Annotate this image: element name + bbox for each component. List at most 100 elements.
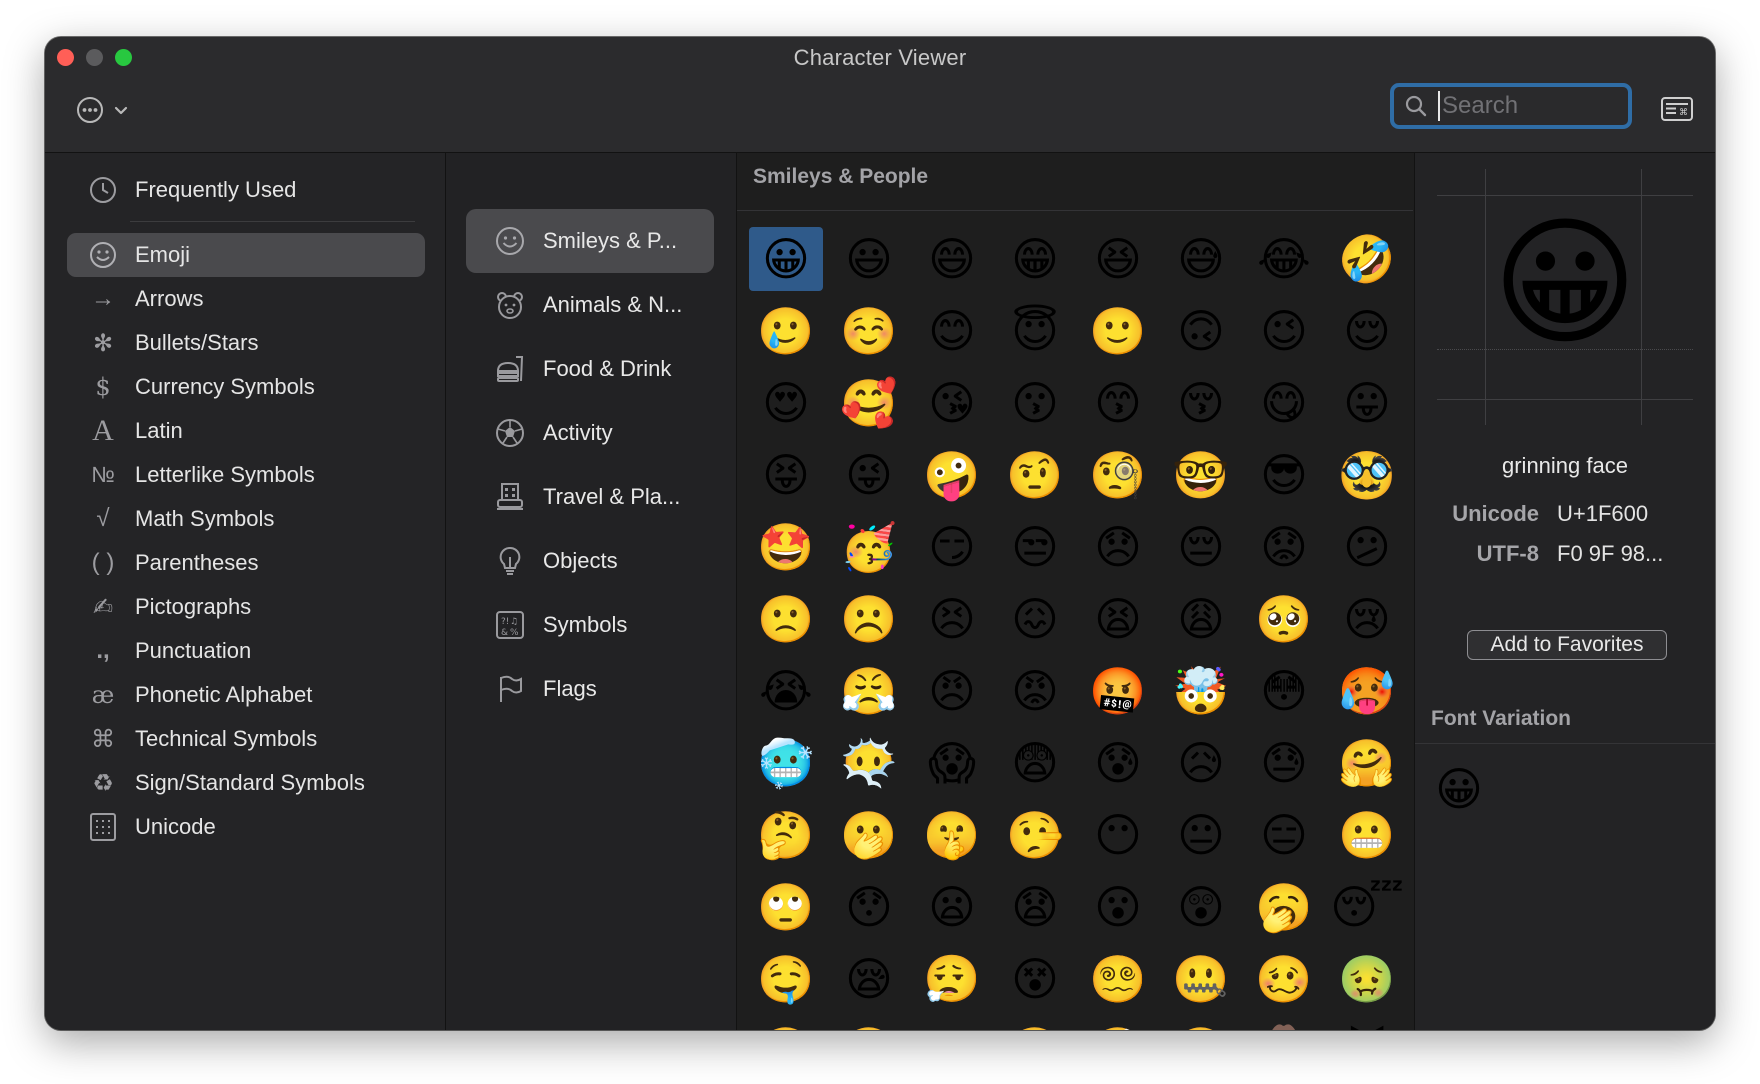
emoji-cell[interactable]: 🤗: [1330, 731, 1404, 795]
emoji-cell[interactable]: 😓: [1247, 731, 1321, 795]
emoji-cell[interactable]: 🤩: [749, 515, 823, 579]
emoji-cell[interactable]: 🤥: [998, 803, 1072, 867]
emoji-cell[interactable]: 🤧: [832, 1019, 906, 1030]
emoji-cell[interactable]: 😘: [915, 371, 989, 435]
action-menu-button[interactable]: [75, 93, 149, 127]
emoji-cell[interactable]: 🤯: [1164, 659, 1238, 723]
sidebar-item-emoji[interactable]: Emoji: [67, 233, 425, 277]
category-activity[interactable]: Activity: [466, 401, 714, 465]
category-objects[interactable]: Objects: [466, 529, 714, 593]
emoji-cell[interactable]: 😏: [915, 515, 989, 579]
emoji-cell[interactable]: 😤: [832, 659, 906, 723]
emoji-cell[interactable]: 🤕: [1081, 1019, 1155, 1030]
emoji-cell[interactable]: 😳: [1247, 659, 1321, 723]
emoji-cell[interactable]: 😮‍💨: [915, 947, 989, 1011]
emoji-cell[interactable]: 😦: [915, 875, 989, 939]
emoji-cell[interactable]: 😈: [1330, 1019, 1404, 1030]
emoji-cell[interactable]: 🥰: [832, 371, 906, 435]
emoji-cell[interactable]: 🙃: [1164, 299, 1238, 363]
emoji-cell[interactable]: 😬: [1330, 803, 1404, 867]
sidebar-item-parentheses[interactable]: ( ) Parentheses: [67, 541, 425, 585]
emoji-cell[interactable]: 😵: [998, 947, 1072, 1011]
emoji-cell[interactable]: 🤬: [1081, 659, 1155, 723]
emoji-cell[interactable]: 😞: [1081, 515, 1155, 579]
emoji-cell[interactable]: 😄: [915, 227, 989, 291]
category-travel-places[interactable]: Travel & Pla...: [466, 465, 714, 529]
emoji-cell[interactable]: 😉: [1247, 299, 1321, 363]
emoji-cell[interactable]: ☺️: [832, 299, 906, 363]
sidebar-item-currency-symbols[interactable]: $ Currency Symbols: [67, 365, 425, 409]
emoji-cell[interactable]: 🤫: [915, 803, 989, 867]
emoji-cell[interactable]: 🥵: [1330, 659, 1404, 723]
emoji-cell[interactable]: 🧐: [1081, 443, 1155, 507]
emoji-cell[interactable]: 😖: [998, 587, 1072, 651]
emoji-cell[interactable]: 😯: [832, 875, 906, 939]
emoji-cell[interactable]: 😝: [749, 443, 823, 507]
emoji-cell[interactable]: 😭: [749, 659, 823, 723]
sidebar-item-math-symbols[interactable]: √ Math Symbols: [67, 497, 425, 541]
emoji-cell[interactable]: 😆: [1081, 227, 1155, 291]
emoji-cell[interactable]: 😠: [915, 659, 989, 723]
emoji-cell[interactable]: 😫: [1081, 587, 1155, 651]
emoji-cell[interactable]: 🤠: [1247, 1019, 1321, 1030]
emoji-cell[interactable]: 😁: [998, 227, 1072, 291]
add-to-favorites-button[interactable]: Add to Favorites: [1467, 630, 1667, 660]
emoji-cell[interactable]: 😲: [1164, 875, 1238, 939]
keyboard-viewer-button[interactable]: ⌘: [1660, 95, 1694, 123]
emoji-cell[interactable]: 🤨: [998, 443, 1072, 507]
emoji-cell[interactable]: 😩: [1164, 587, 1238, 651]
emoji-cell[interactable]: 😙: [1081, 371, 1155, 435]
category-symbols[interactable]: ?! ♫ &% Symbols: [466, 593, 714, 657]
sidebar-item-pictographs[interactable]: ✍ Pictographs: [67, 585, 425, 629]
category-flags[interactable]: Flags: [466, 657, 714, 721]
search-field[interactable]: [1390, 83, 1632, 129]
sidebar-item-technical-symbols[interactable]: ⌘ Technical Symbols: [67, 717, 425, 761]
emoji-cell[interactable]: 🥺: [1247, 587, 1321, 651]
emoji-cell[interactable]: 😮: [1081, 875, 1155, 939]
category-animals-nature[interactable]: Animals & N...: [466, 273, 714, 337]
emoji-cell[interactable]: 🤤: [749, 947, 823, 1011]
emoji-cell[interactable]: 😃: [832, 227, 906, 291]
category-smileys-people[interactable]: Smileys & P...: [466, 209, 714, 273]
emoji-cell[interactable]: 😎: [1247, 443, 1321, 507]
emoji-cell[interactable]: 🙂: [1081, 299, 1155, 363]
emoji-cell[interactable]: 😀: [749, 227, 823, 291]
emoji-cell[interactable]: 🥶: [749, 731, 823, 795]
emoji-cell[interactable]: 😇: [998, 299, 1072, 363]
emoji-cell[interactable]: 🤔: [749, 803, 823, 867]
emoji-cell[interactable]: 🤒: [998, 1019, 1072, 1030]
emoji-cell[interactable]: 😑: [1247, 803, 1321, 867]
emoji-cell[interactable]: 😶‍🌫️: [832, 731, 906, 795]
emoji-cell[interactable]: 😗: [998, 371, 1072, 435]
sidebar-item-bullets-stars[interactable]: ✻ Bullets/Stars: [67, 321, 425, 365]
emoji-cell[interactable]: 🫢: [832, 803, 906, 867]
sidebar-item-sign-standard-symbols[interactable]: ♻ Sign/Standard Symbols: [67, 761, 425, 805]
emoji-cell[interactable]: 😨: [998, 731, 1072, 795]
sidebar-item-frequently-used[interactable]: Frequently Used: [67, 168, 425, 212]
emoji-cell[interactable]: 🤐: [1164, 947, 1238, 1011]
emoji-cell[interactable]: 🤪: [915, 443, 989, 507]
sidebar-item-letterlike-symbols[interactable]: № Letterlike Symbols: [67, 453, 425, 497]
sidebar-item-phonetic-alphabet[interactable]: æ Phonetic Alphabet: [67, 673, 425, 717]
category-food-drink[interactable]: Food & Drink: [466, 337, 714, 401]
emoji-cell[interactable]: 😥: [1164, 731, 1238, 795]
emoji-cell[interactable]: 😴: [1330, 875, 1404, 939]
sidebar-item-punctuation[interactable]: ., Punctuation: [67, 629, 425, 673]
emoji-cell[interactable]: 😔: [1164, 515, 1238, 579]
emoji-cell[interactable]: 😟: [1247, 515, 1321, 579]
emoji-cell[interactable]: 😅: [1164, 227, 1238, 291]
emoji-cell[interactable]: 🤢: [1330, 947, 1404, 1011]
emoji-cell[interactable]: 😊: [915, 299, 989, 363]
emoji-cell[interactable]: 😷: [915, 1019, 989, 1030]
emoji-cell[interactable]: 🥱: [1247, 875, 1321, 939]
emoji-cell[interactable]: 😛: [1330, 371, 1404, 435]
emoji-cell[interactable]: 😍: [749, 371, 823, 435]
emoji-cell[interactable]: 🥳: [832, 515, 906, 579]
emoji-cell[interactable]: 🥸: [1330, 443, 1404, 507]
emoji-cell[interactable]: 😰: [1081, 731, 1155, 795]
emoji-cell[interactable]: 😌: [1330, 299, 1404, 363]
emoji-cell[interactable]: 😕: [1330, 515, 1404, 579]
emoji-cell[interactable]: 🤑: [1164, 1019, 1238, 1030]
sidebar-item-arrows[interactable]: → Arrows: [67, 277, 425, 321]
emoji-cell[interactable]: 😪: [832, 947, 906, 1011]
